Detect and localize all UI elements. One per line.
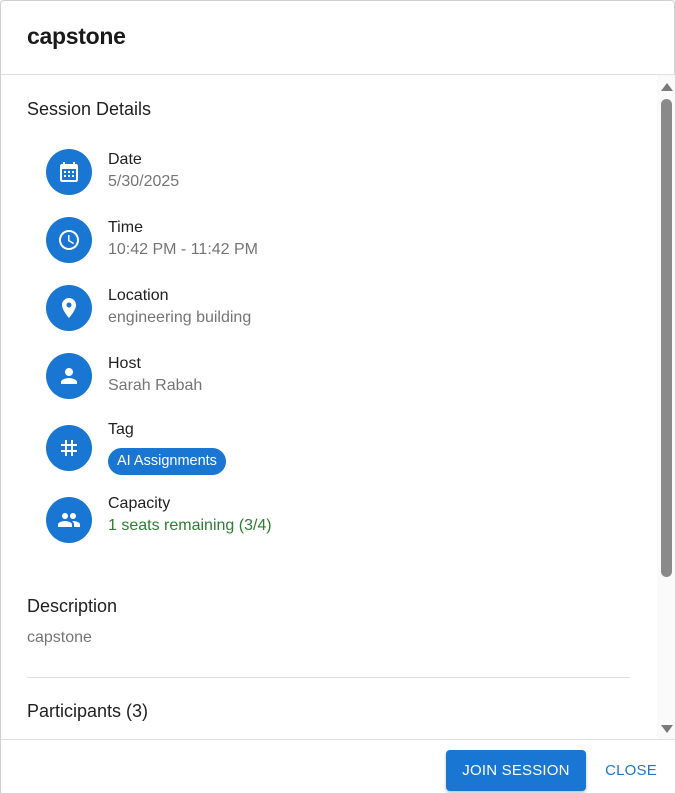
time-value: 10:42 PM - 11:42 PM — [108, 241, 258, 258]
detail-capacity: Capacity 1 seats remaining (3/4) — [46, 495, 606, 543]
capacity-value: 1 seats remaining (3/4) — [108, 517, 272, 534]
host-label: Host — [108, 355, 141, 372]
description-text: capstone — [27, 629, 92, 646]
host-value: Sarah Rabah — [108, 377, 203, 394]
location-value: engineering building — [108, 309, 252, 326]
location-label: Location — [108, 287, 169, 304]
location-pin-icon — [46, 285, 92, 331]
detail-host: Host Sarah Rabah — [46, 353, 606, 399]
session-dialog: capstone Session Details Date 5/30/2025 … — [0, 0, 675, 793]
date-value: 5/30/2025 — [108, 173, 180, 190]
scroll-up-arrow-icon[interactable] — [661, 83, 673, 91]
close-button[interactable]: CLOSE — [598, 750, 664, 791]
detail-tag: Tag AI Assignments — [46, 421, 606, 475]
people-icon — [46, 497, 92, 543]
hashtag-icon — [46, 425, 92, 471]
dialog-actions: JOIN SESSION CLOSE — [1, 739, 675, 793]
scrollbar-thumb[interactable] — [661, 99, 672, 577]
time-label: Time — [108, 219, 143, 236]
description-heading: Description — [27, 596, 118, 616]
dialog-content[interactable]: Session Details Date 5/30/2025 Time 10:4… — [1, 75, 657, 739]
capacity-label: Capacity — [108, 495, 171, 512]
calendar-icon — [46, 149, 92, 195]
vertical-scrollbar[interactable] — [657, 75, 675, 739]
clock-icon — [46, 217, 92, 263]
scroll-down-arrow-icon[interactable] — [661, 725, 673, 733]
detail-date: Date 5/30/2025 — [46, 149, 606, 195]
session-details-heading: Session Details — [27, 99, 152, 119]
detail-location: Location engineering building — [46, 285, 606, 331]
section-divider — [27, 677, 630, 678]
tag-chip[interactable]: AI Assignments — [108, 448, 226, 475]
date-label: Date — [108, 151, 142, 168]
person-icon — [46, 353, 92, 399]
detail-time: Time 10:42 PM - 11:42 PM — [46, 217, 606, 263]
dialog-header: capstone — [1, 1, 675, 75]
dialog-title: capstone — [27, 23, 126, 49]
join-session-button[interactable]: JOIN SESSION — [446, 750, 586, 791]
participants-heading: Participants (3) — [27, 701, 149, 721]
tag-label: Tag — [108, 421, 134, 438]
